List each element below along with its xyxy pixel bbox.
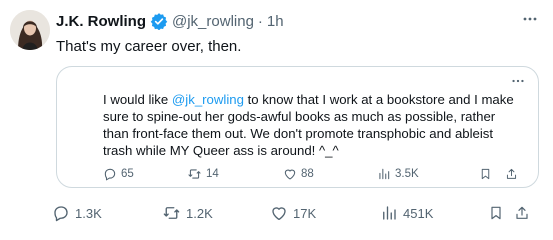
quote-mention-link[interactable]: @jk_rowling <box>172 92 244 107</box>
quote-bookmark-button[interactable] <box>479 167 492 181</box>
more-icon[interactable] <box>521 10 539 28</box>
repost-icon <box>187 167 202 181</box>
bookmark-icon <box>488 204 504 222</box>
verified-badge-icon <box>150 12 168 30</box>
quoted-tweet-text: I would like @jk_rowling to know that I … <box>103 91 523 159</box>
reply-button[interactable]: 1.3K <box>52 204 102 222</box>
repost-icon <box>162 204 181 222</box>
quote-like-button[interactable]: 88 <box>283 167 314 181</box>
share-button[interactable] <box>514 204 530 222</box>
heart-icon <box>283 167 297 181</box>
reply-count: 1.3K <box>75 205 102 221</box>
quote-views-count: 3.5K <box>395 168 419 180</box>
quote-share-button[interactable] <box>505 167 518 181</box>
tweet-action-bar: 1.3K 1.2K 17K 451K <box>52 204 532 224</box>
views-button[interactable]: 451K <box>380 204 433 222</box>
repost-button[interactable]: 1.2K <box>162 204 213 222</box>
like-button[interactable]: 17K <box>270 204 316 222</box>
header-separator: · <box>257 12 263 30</box>
bookmark-icon <box>479 167 492 181</box>
profile-avatar[interactable] <box>10 10 50 50</box>
bookmark-button[interactable] <box>488 204 504 222</box>
quote-more-icon[interactable] <box>510 73 526 89</box>
like-count: 17K <box>293 205 317 221</box>
share-icon <box>505 167 518 181</box>
repost-count: 1.2K <box>186 205 213 221</box>
tweet-timestamp[interactable]: 1h <box>267 13 284 30</box>
author-display-name[interactable]: J.K. Rowling <box>56 13 146 30</box>
quote-like-count: 88 <box>301 168 314 180</box>
quoted-tweet[interactable]: I would like @jk_rowling to know that I … <box>56 66 539 188</box>
quote-text-before: I would like <box>103 92 172 107</box>
views-icon <box>377 167 391 181</box>
quote-repost-count: 14 <box>206 168 219 180</box>
tweet-header: J.K. Rowling @jk_rowling · 1h <box>56 12 284 30</box>
quote-repost-button[interactable]: 14 <box>187 167 219 181</box>
quote-reply-count: 65 <box>121 168 134 180</box>
reply-icon <box>52 204 70 222</box>
heart-icon <box>270 204 288 222</box>
author-handle[interactable]: @jk_rowling <box>172 13 254 30</box>
share-icon <box>514 204 530 222</box>
views-count: 451K <box>403 205 434 221</box>
quote-action-bar: 65 14 88 3.5K <box>103 167 523 183</box>
views-icon <box>380 204 398 222</box>
reply-icon <box>103 167 117 181</box>
quote-reply-button[interactable]: 65 <box>103 167 134 181</box>
quote-views-button[interactable]: 3.5K <box>377 167 419 181</box>
tweet-text: That's my career over, then. <box>56 38 242 55</box>
